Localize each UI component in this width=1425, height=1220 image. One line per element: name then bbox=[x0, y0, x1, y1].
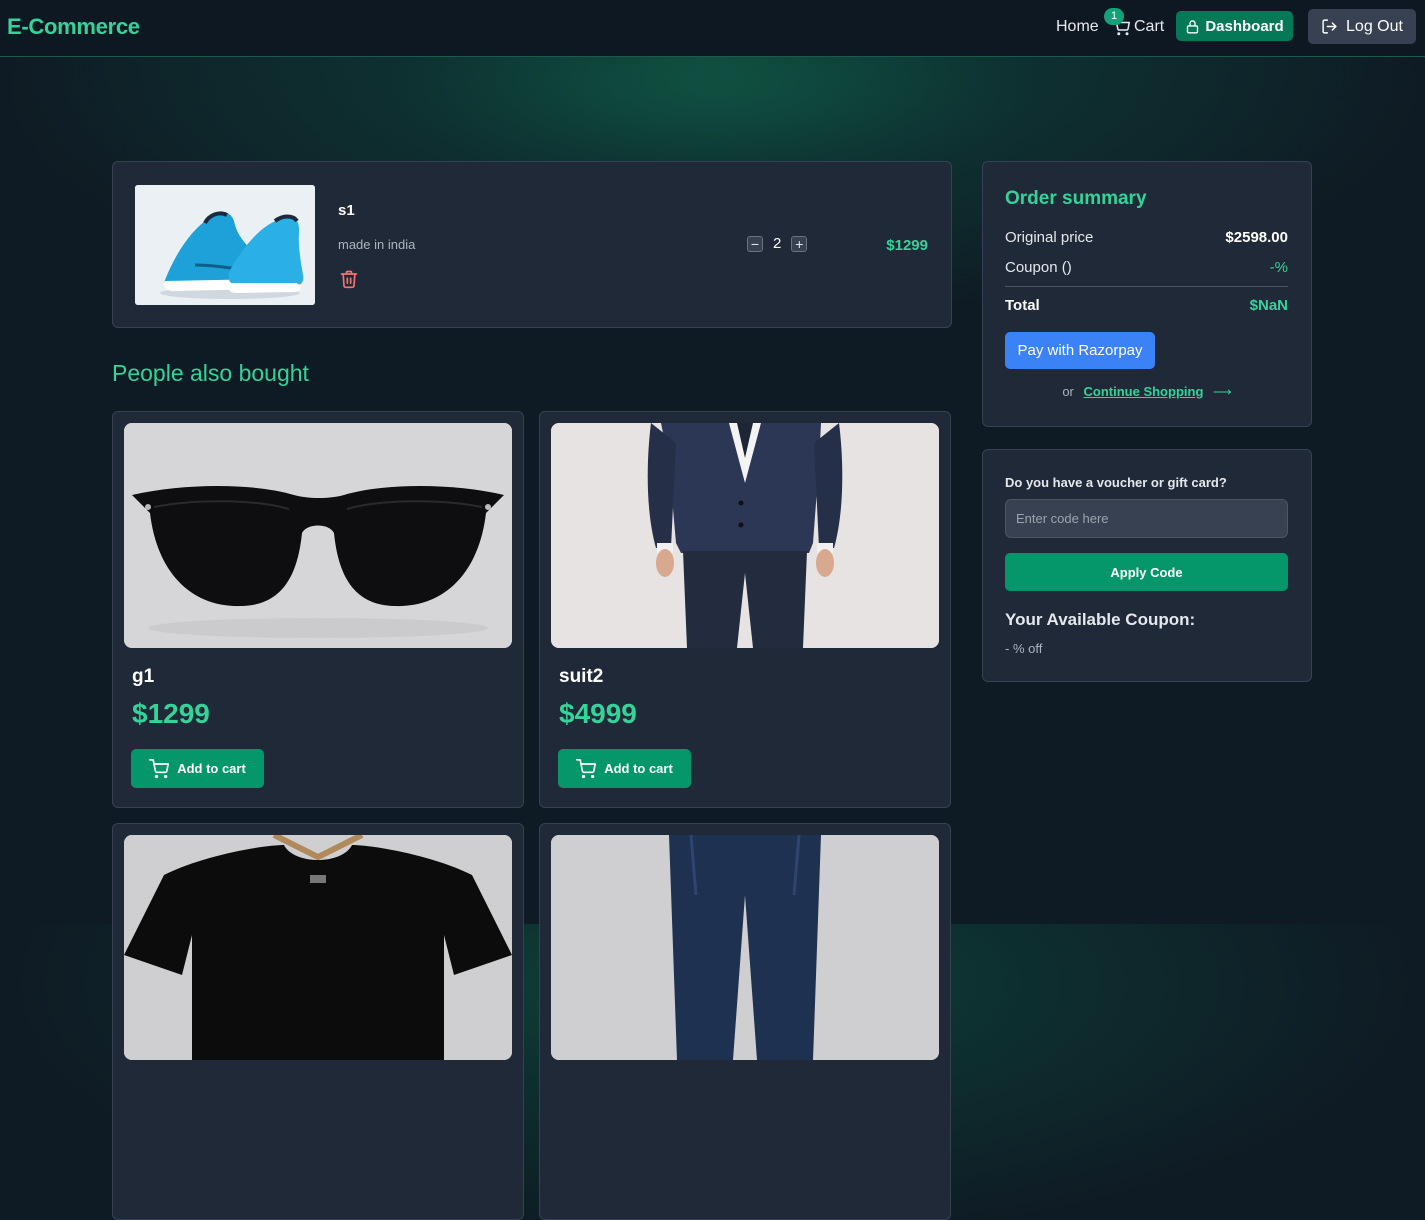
quantity-value: 2 bbox=[773, 235, 782, 252]
original-price-row: Original price $2598.00 bbox=[1005, 229, 1288, 246]
logout-label: Log Out bbox=[1346, 17, 1403, 35]
site-logo[interactable]: E-Commerce bbox=[7, 14, 140, 40]
cart-icon bbox=[576, 758, 597, 778]
apply-code-button[interactable]: Apply Code bbox=[1005, 553, 1288, 591]
voucher-card: Do you have a voucher or gift card? Appl… bbox=[982, 449, 1312, 682]
decrease-quantity-button[interactable]: − bbox=[747, 235, 763, 252]
nav-cart-label: Cart bbox=[1134, 18, 1165, 35]
cart-item-price: $1299 bbox=[886, 237, 928, 254]
coupon-value: -% bbox=[1269, 259, 1288, 276]
logout-icon bbox=[1322, 19, 1337, 34]
available-coupon-title: Your Available Coupon: bbox=[1005, 610, 1196, 629]
cart-icon bbox=[149, 758, 170, 778]
product-card bbox=[112, 823, 524, 1220]
add-to-cart-label: Add to cart bbox=[177, 761, 246, 776]
product-card: suit2 $4999 Add to cart bbox=[539, 411, 951, 808]
remove-item-button[interactable] bbox=[339, 268, 359, 295]
top-navbar: E-Commerce Home Cart 1 Dashboard Log Out bbox=[0, 0, 1425, 57]
or-text: or bbox=[1062, 384, 1074, 399]
product-card: g1 $1299 Add to cart bbox=[112, 411, 524, 808]
cart-item-description: made in india bbox=[338, 237, 416, 252]
product-price: $1299 bbox=[132, 698, 210, 729]
product-name: g1 bbox=[132, 666, 155, 687]
continue-shopping-line: or Continue Shopping ⟶ bbox=[983, 384, 1311, 400]
product-image-blue-jeans[interactable] bbox=[551, 835, 939, 1060]
cart-count-badge: 1 bbox=[1104, 8, 1124, 25]
available-coupon-text: - % off bbox=[1005, 641, 1043, 656]
cart-item: s1 made in india − 2 + $1299 bbox=[112, 161, 952, 328]
voucher-label: Do you have a voucher or gift card? bbox=[1005, 475, 1227, 490]
dashboard-label: Dashboard bbox=[1205, 17, 1284, 35]
total-row: Total $NaN bbox=[1005, 297, 1288, 314]
product-price: $4999 bbox=[559, 698, 637, 729]
coupon-row: Coupon () -% bbox=[1005, 259, 1288, 276]
original-price-label: Original price bbox=[1005, 229, 1094, 246]
arrow-right-icon: ⟶ bbox=[1213, 384, 1232, 399]
add-to-cart-button[interactable]: Add to cart bbox=[558, 749, 691, 788]
original-price-value: $2598.00 bbox=[1225, 229, 1288, 246]
dashboard-button[interactable]: Dashboard bbox=[1176, 11, 1293, 41]
order-summary-title: Order summary bbox=[1005, 188, 1147, 209]
voucher-code-input[interactable] bbox=[1005, 499, 1288, 538]
product-image-black-sunglasses[interactable] bbox=[124, 423, 512, 648]
add-to-cart-button[interactable]: Add to cart bbox=[131, 749, 264, 788]
coupon-label: Coupon () bbox=[1005, 259, 1072, 276]
lock-icon bbox=[1187, 19, 1199, 33]
continue-shopping-link[interactable]: Continue Shopping bbox=[1084, 384, 1204, 399]
product-image-black-tshirt[interactable] bbox=[124, 835, 512, 1060]
quantity-stepper: − 2 + bbox=[747, 235, 808, 252]
total-value: $NaN bbox=[1249, 297, 1288, 314]
nav-home-link[interactable]: Home bbox=[1056, 18, 1099, 36]
pay-with-razorpay-button[interactable]: Pay with Razorpay bbox=[1005, 332, 1155, 369]
trash-icon bbox=[340, 270, 358, 289]
summary-divider bbox=[1005, 286, 1288, 287]
order-summary-card: Order summary Original price $2598.00 Co… bbox=[982, 161, 1312, 427]
product-name: suit2 bbox=[559, 666, 604, 687]
increase-quantity-button[interactable]: + bbox=[791, 235, 808, 252]
total-label: Total bbox=[1005, 297, 1040, 314]
product-card bbox=[539, 823, 951, 1220]
people-also-bought-heading: People also bought bbox=[112, 360, 309, 386]
product-image-blue-sneakers[interactable] bbox=[135, 185, 315, 305]
cart-item-name: s1 bbox=[338, 202, 355, 219]
product-image-navy-suit[interactable] bbox=[551, 423, 939, 648]
logout-button[interactable]: Log Out bbox=[1308, 9, 1416, 44]
add-to-cart-label: Add to cart bbox=[604, 761, 673, 776]
